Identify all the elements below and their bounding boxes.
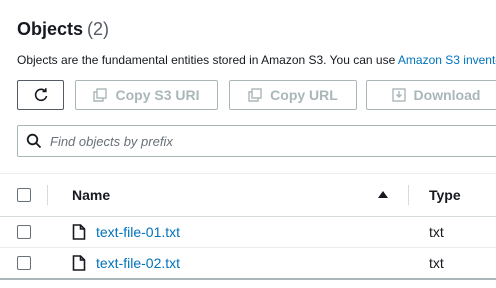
object-name-link[interactable]: text-file-01.txt (96, 224, 180, 240)
table-header-row: Name Type (0, 173, 496, 217)
page-title: Objects (17, 19, 84, 39)
sort-ascending-icon[interactable] (378, 191, 388, 198)
column-header-type[interactable]: Type (429, 187, 461, 203)
copy-url-button[interactable]: Copy URL (229, 80, 357, 110)
column-divider (47, 185, 48, 205)
search-box[interactable] (17, 125, 496, 157)
column-header-name[interactable]: Name (72, 187, 110, 203)
refresh-icon (33, 87, 49, 103)
object-type: txt (429, 255, 444, 271)
row-checkbox[interactable] (17, 256, 31, 270)
column-divider (408, 185, 409, 205)
download-button[interactable]: Download (366, 80, 496, 110)
objects-description: Objects are the fundamental entities sto… (17, 53, 496, 67)
row-checkbox[interactable] (17, 225, 31, 239)
object-name-link[interactable]: text-file-02.txt (96, 255, 180, 271)
table-row: text-file-02.txt txt (0, 248, 496, 280)
copy-url-label: Copy URL (270, 87, 338, 103)
download-label: Download (413, 87, 481, 103)
select-all-checkbox[interactable] (17, 188, 31, 202)
copy-icon (93, 88, 108, 102)
file-icon (72, 224, 86, 240)
copy-s3-uri-button[interactable]: Copy S3 URI (75, 80, 218, 110)
copy-icon (248, 88, 262, 102)
object-type: txt (429, 224, 444, 240)
objects-header: Objects (2) (17, 19, 109, 40)
object-count: (2) (87, 19, 110, 39)
search-input[interactable] (50, 133, 450, 149)
download-icon (391, 88, 406, 102)
description-text: Objects are the fundamental entities sto… (17, 53, 398, 67)
table-row: text-file-01.txt txt (0, 217, 496, 248)
copy-s3-uri-label: Copy S3 URI (115, 87, 200, 103)
inventory-link[interactable]: Amazon S3 inventory (398, 53, 496, 67)
search-icon (26, 133, 42, 149)
file-icon (72, 255, 86, 271)
objects-table: Name Type text-file-01.txt txt text-file… (0, 173, 496, 280)
refresh-button[interactable] (17, 80, 64, 110)
